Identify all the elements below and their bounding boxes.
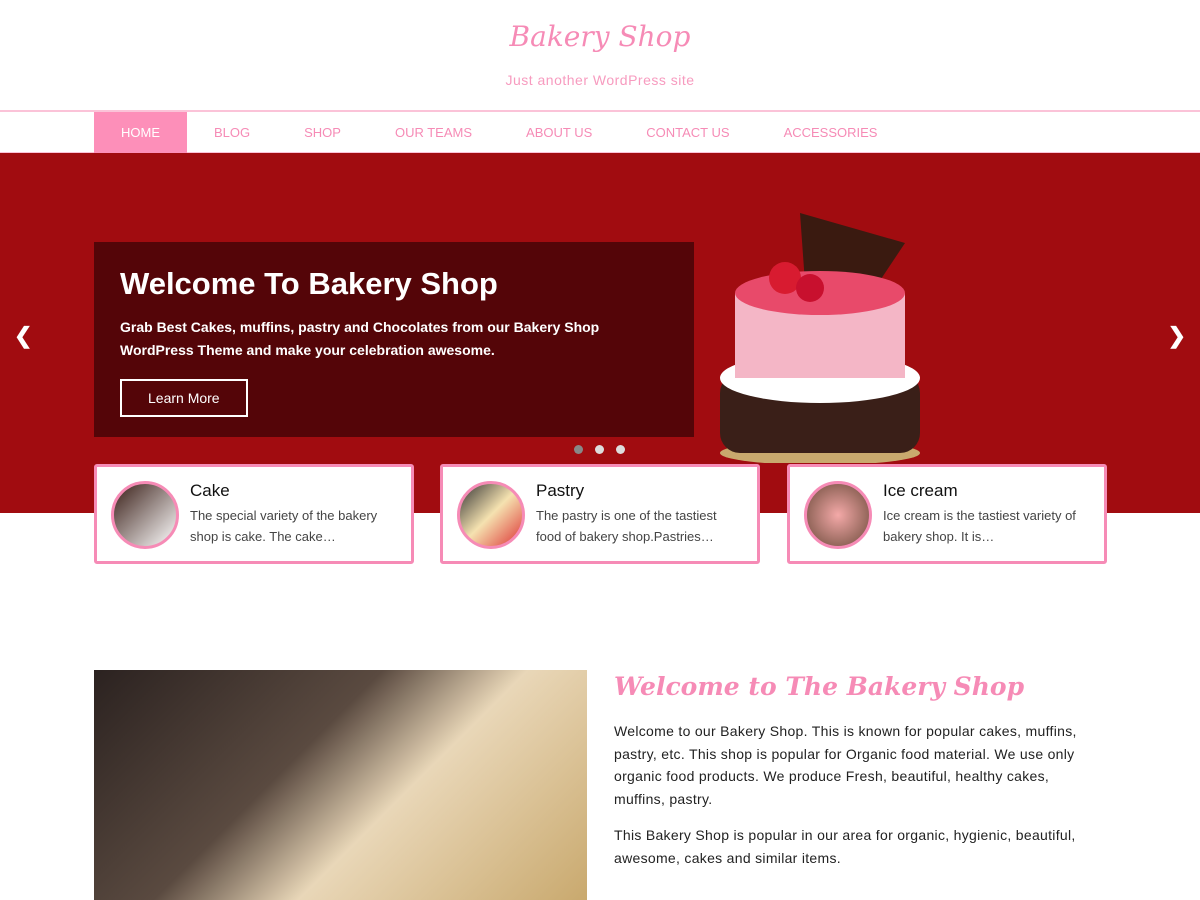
about-title: Welcome to The Bakery Shop xyxy=(614,672,1025,701)
card-text: Ice cream is the tastiest variety of bak… xyxy=(883,508,1076,544)
cake-thumbnail xyxy=(111,481,179,549)
chevron-right-icon[interactable]: ❯ xyxy=(1168,323,1186,349)
nav-blog[interactable]: BLOG xyxy=(187,112,277,153)
slider-dot[interactable] xyxy=(574,445,583,454)
card-title[interactable]: Pastry xyxy=(536,481,743,501)
cake-image xyxy=(720,213,920,463)
card-text: The special variety of the bakery shop i… xyxy=(190,508,378,544)
nav-about-us[interactable]: ABOUT US xyxy=(499,112,619,153)
about-paragraph: This Bakery Shop is popular in our area … xyxy=(614,827,1076,866)
slider-dots xyxy=(574,445,625,454)
nav-accessories[interactable]: ACCESSORIES xyxy=(757,112,905,153)
card-title[interactable]: Ice cream xyxy=(883,481,1090,501)
feature-card-cake[interactable]: Cake The special variety of the bakery s… xyxy=(94,464,414,564)
main-nav: HOME BLOG SHOP OUR TEAMS ABOUT US CONTAC… xyxy=(0,110,1200,153)
about-paragraph: Welcome to our Bakery Shop. This is know… xyxy=(614,723,1077,807)
nav-shop[interactable]: SHOP xyxy=(277,112,368,153)
feature-card-pastry[interactable]: Pastry The pastry is one of the tastiest… xyxy=(440,464,760,564)
about-image xyxy=(94,670,587,900)
ice-cream-thumbnail xyxy=(804,481,872,549)
card-text: The pastry is one of the tastiest food o… xyxy=(536,508,717,544)
about-text: Welcome to our Bakery Shop. This is know… xyxy=(614,720,1104,883)
slider-dot[interactable] xyxy=(616,445,625,454)
slider-title: Welcome To Bakery Shop xyxy=(120,266,498,301)
slider-caption: Welcome To Bakery Shop Grab Best Cakes, … xyxy=(94,242,694,437)
feature-card-ice-cream[interactable]: Ice cream Ice cream is the tastiest vari… xyxy=(787,464,1107,564)
learn-more-button[interactable]: Learn More xyxy=(120,379,248,417)
hero-slider: ❮ ❯ Welcome To Bakery Shop Grab Best Cak… xyxy=(0,153,1200,513)
site-tagline: Just another WordPress site xyxy=(505,72,695,88)
slider-dot[interactable] xyxy=(595,445,604,454)
nav-contact-us[interactable]: CONTACT US xyxy=(619,112,756,153)
slider-text: Grab Best Cakes, muffins, pastry and Cho… xyxy=(120,319,600,358)
pastry-thumbnail xyxy=(457,481,525,549)
chevron-left-icon[interactable]: ❮ xyxy=(14,323,32,349)
nav-our-teams[interactable]: OUR TEAMS xyxy=(368,112,499,153)
card-title[interactable]: Cake xyxy=(190,481,397,501)
site-title[interactable]: Bakery Shop xyxy=(0,20,1200,53)
nav-home[interactable]: HOME xyxy=(94,112,187,153)
